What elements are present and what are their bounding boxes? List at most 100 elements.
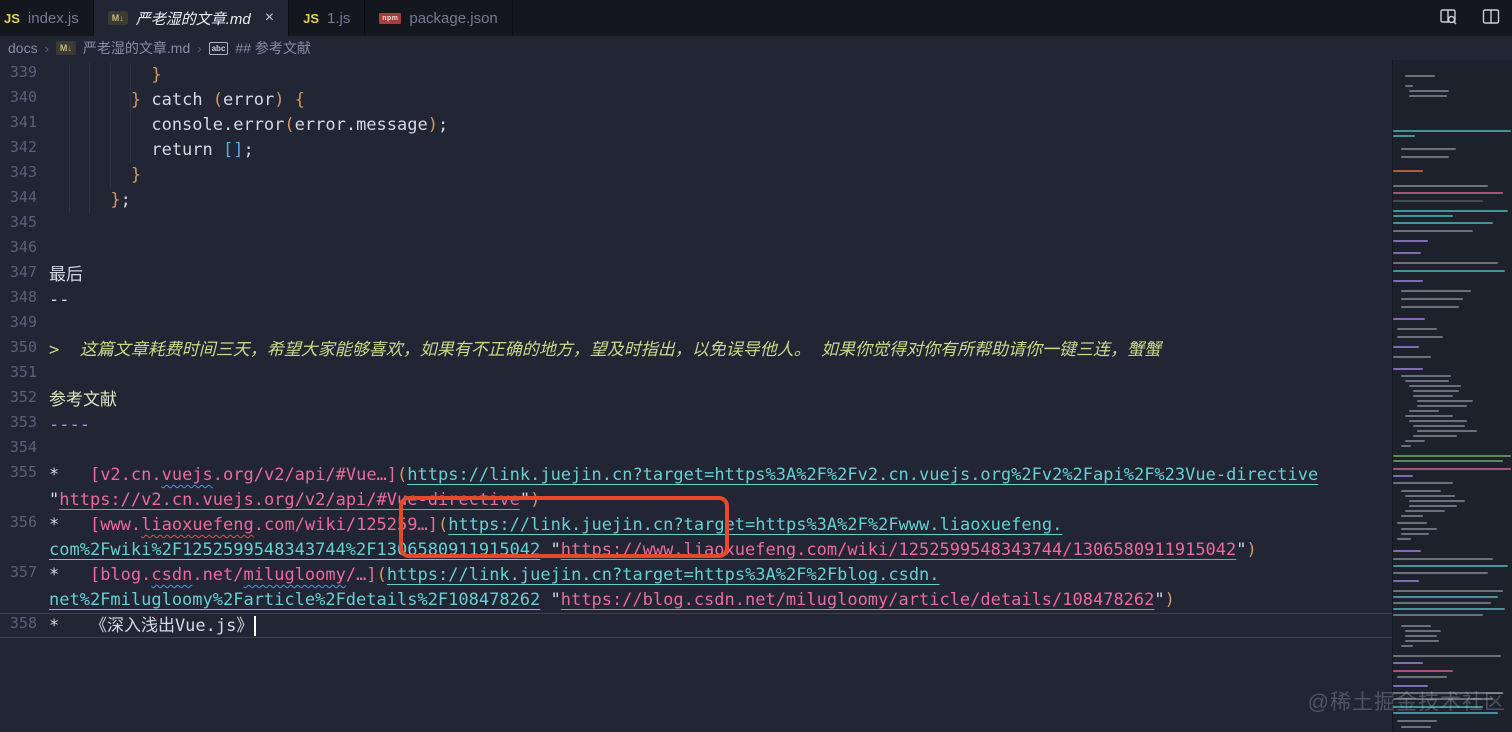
tab-1-js[interactable]: JS 1.js [289, 0, 366, 36]
minimap-line [1413, 395, 1453, 397]
code-line[interactable]: 353 ---- [0, 413, 1392, 438]
code-token: } [110, 190, 121, 210]
code-text: > 这篇文章耗费时间三天，希望大家能够喜欢，如果有不正确的地方，望及时指出，以免… [49, 338, 1161, 363]
minimap-line [1413, 435, 1457, 437]
code-line[interactable]: 343 } [0, 163, 1392, 188]
close-icon[interactable]: × [265, 9, 274, 27]
breadcrumb-item-docs[interactable]: docs [8, 40, 38, 56]
code-line[interactable]: com%2Fwiki%2F1252599548343744%2F13065809… [0, 538, 1392, 563]
code-line[interactable]: 357 * [blog.csdn.net/milugloomy/…](https:… [0, 563, 1392, 588]
line-number: 341 [9, 113, 37, 131]
code-line[interactable]: 348 -- [0, 288, 1392, 313]
code-link[interactable]: https://www.liaoxuefeng.com/wiki/1252599… [561, 540, 1237, 560]
minimap-line [1397, 676, 1447, 678]
minimap-line [1393, 482, 1453, 484]
code-token: * [49, 515, 90, 535]
minimap-line [1405, 630, 1441, 632]
minimap-line [1417, 400, 1473, 402]
minimap-line [1409, 420, 1467, 422]
line-number: 343 [9, 163, 37, 181]
code-token: " [519, 490, 531, 510]
minimap-line [1393, 318, 1425, 320]
code-token: milugloomy [243, 565, 346, 585]
code-line[interactable]: "https://v2.cn.vuejs.org/v2/api/#Vue-dir… [0, 488, 1392, 513]
code-line[interactable]: 355 * [v2.cn.vuejs.org/v2/api/#Vue…](http… [0, 463, 1392, 488]
code-token: > [49, 340, 80, 360]
code-line[interactable]: 344 }; [0, 188, 1392, 213]
code-link[interactable]: com%2Fwiki%2F1252599548343744%2F13065809… [49, 540, 540, 560]
minimap-line [1393, 602, 1491, 604]
code-text: * 《深入浅出Vue.js》 [49, 614, 257, 637]
code-token: return [49, 140, 223, 160]
code-line[interactable]: 351 [0, 363, 1392, 388]
code-line[interactable]: 341 console.error(error.message); [0, 113, 1392, 138]
minimap-line [1405, 495, 1455, 497]
code-line[interactable]: 358 * 《深入浅出Vue.js》 [0, 613, 1392, 638]
code-editor[interactable]: 339 } 340 } catch (error) {341 console.er… [0, 60, 1392, 732]
code-line[interactable]: 346 [0, 238, 1392, 263]
minimap-line [1393, 460, 1503, 462]
minimap-line [1417, 405, 1467, 407]
breadcrumb-item-file[interactable]: 严老湿的文章.md [83, 38, 190, 58]
code-token: [blog. [89, 565, 152, 585]
code-link[interactable]: https://link.juejin.cn?target=https%3A%2… [448, 515, 1062, 535]
text-cursor [254, 616, 257, 636]
line-number: 345 [9, 213, 37, 231]
code-line[interactable]: 356 * [www.liaoxuefeng.com/wiki/125259…](… [0, 513, 1392, 538]
code-token: error.message [294, 115, 428, 135]
code-token: ) [1164, 590, 1175, 610]
minimap-line [1393, 475, 1413, 477]
code-line[interactable]: 347 最后 [0, 263, 1392, 288]
minimap-line [1409, 500, 1465, 502]
code-token: " [1236, 540, 1247, 560]
code-link[interactable]: https://v2.cn.vuejs.org/v2/api/#Vue-dire… [59, 490, 520, 510]
minimap-line [1393, 580, 1419, 582]
code-line[interactable]: 349 [0, 313, 1392, 338]
minimap-line [1405, 635, 1437, 637]
minimap-line [1401, 625, 1431, 627]
tab-package-json[interactable]: npm package.json [365, 0, 513, 36]
minimap-line [1409, 90, 1449, 92]
code-token: ) [530, 490, 541, 510]
tab-label: 严老湿的文章.md [135, 10, 251, 28]
code-token: ( [284, 115, 295, 135]
minimap-line [1397, 538, 1411, 540]
minimap-line [1401, 375, 1451, 377]
minimap-line [1393, 455, 1511, 457]
code-line[interactable]: net%2Fmilugloomy%2Farticle%2Fdetails%2F1… [0, 588, 1392, 613]
minimap[interactable] [1392, 60, 1512, 732]
code-link[interactable]: https://blog.csdn.net/milugloomy/article… [561, 590, 1155, 610]
minimap-line [1409, 95, 1447, 97]
minimap-line [1401, 290, 1471, 292]
code-link[interactable]: https://link.juejin.cn?target=https%3A%2… [387, 565, 940, 585]
minimap-line [1393, 572, 1488, 574]
code-token: ) [427, 115, 438, 135]
minimap-line [1393, 368, 1423, 370]
code-token: [www. [89, 515, 142, 535]
minimap-line [1405, 380, 1449, 382]
line-number [0, 488, 49, 513]
tab-index-js[interactable]: JS index.js [0, 0, 94, 36]
code-text: * [www.liaoxuefeng.com/wiki/125259…](htt… [49, 513, 1062, 538]
code-text: } catch (error) { [49, 88, 305, 113]
code-token: " [540, 590, 561, 610]
code-line[interactable]: 345 [0, 213, 1392, 238]
code-line[interactable]: 352 参考文献 [0, 388, 1392, 413]
open-preview-side-icon[interactable] [1436, 4, 1462, 30]
code-link[interactable]: https://link.juejin.cn?target=https%3A%2… [407, 465, 1318, 485]
breadcrumb: docs › M↓ 严老湿的文章.md › abc ## 参考文献 [0, 36, 1512, 60]
tab-label: index.js [27, 9, 79, 27]
code-link[interactable]: net%2Fmilugloomy%2Farticle%2Fdetails%2F1… [49, 590, 540, 610]
minimap-line [1393, 558, 1493, 560]
code-line[interactable]: 339 } [0, 63, 1392, 88]
tab-article-md[interactable]: M↓ 严老湿的文章.md × [93, 0, 290, 36]
code-line[interactable]: 354 [0, 438, 1392, 463]
code-text: ---- [49, 413, 90, 438]
breadcrumb-item-heading[interactable]: ## 参考文献 [235, 38, 310, 58]
minimap-line [1393, 215, 1453, 217]
code-text: 最后 [49, 263, 83, 288]
code-line[interactable]: 340 } catch (error) { [0, 88, 1392, 113]
code-line[interactable]: 350 > 这篇文章耗费时间三天，希望大家能够喜欢，如果有不正确的地方，望及时指出… [0, 338, 1392, 363]
code-line[interactable]: 342 return []; [0, 138, 1392, 163]
split-editor-icon[interactable] [1478, 4, 1504, 30]
